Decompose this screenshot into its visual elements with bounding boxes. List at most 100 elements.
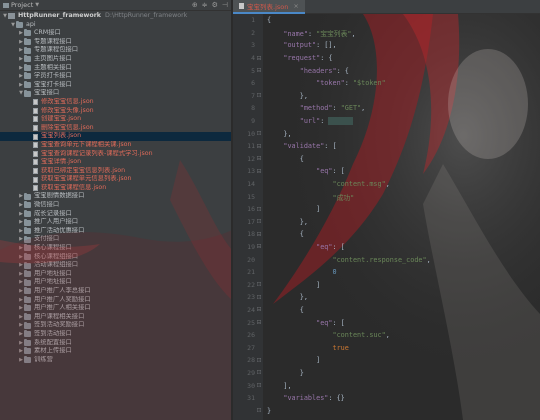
code-text[interactable]: }: [263, 369, 304, 377]
tree-folder-item[interactable]: ▶ 用户推广人相关接口: [0, 304, 231, 313]
tree-file-item[interactable]: 修改宝宝头像.json: [0, 107, 231, 116]
locate-icon[interactable]: ⊕: [192, 1, 198, 9]
code-text[interactable]: "eq": [: [263, 243, 345, 251]
fold-marker-icon[interactable]: ⊡: [255, 281, 263, 288]
code-text[interactable]: }: [263, 407, 271, 415]
tree-folder-item[interactable]: ▶ 素材上传接口: [0, 347, 231, 356]
collapse-icon[interactable]: ≑: [202, 1, 208, 9]
fold-marker-icon[interactable]: ⊟: [255, 319, 263, 326]
code-text[interactable]: ]: [263, 281, 320, 289]
fold-marker-icon[interactable]: ⊡: [255, 218, 263, 225]
tree-folder-item[interactable]: ▶ 专题课程接口: [0, 38, 231, 47]
code-text[interactable]: {: [263, 230, 304, 238]
tree-folder-item[interactable]: ▶ 签到活动接口: [0, 330, 231, 339]
code-text[interactable]: "eq": [: [263, 319, 345, 327]
code-text[interactable]: "headers": {: [263, 67, 349, 75]
code-text[interactable]: {: [263, 16, 271, 24]
tree-folder-item[interactable]: ▶ 训练营: [0, 356, 231, 365]
fold-marker-icon[interactable]: ⊡: [255, 357, 263, 364]
code-text[interactable]: "name": "宝宝列表",: [263, 28, 355, 38]
code-text[interactable]: },: [263, 293, 308, 301]
tree-folder-item[interactable]: ▶ 推广活动优惠接口: [0, 227, 231, 236]
code-text[interactable]: {: [263, 306, 304, 314]
code-text[interactable]: ]: [263, 356, 320, 364]
fold-marker-icon[interactable]: ⊟: [255, 67, 263, 74]
code-text[interactable]: "成功": [263, 192, 354, 202]
tree-file-item[interactable]: 获取宝宝课程单元信息列表.json: [0, 175, 231, 184]
tree-file-item[interactable]: 宝宝详情.json: [0, 158, 231, 167]
tree-folder-item[interactable]: ▶ 主页图片接口: [0, 55, 231, 64]
code-text[interactable]: {: [263, 155, 304, 163]
code-text[interactable]: },: [263, 92, 308, 100]
tree-folder-item[interactable]: ▼ 宝宝接口: [0, 89, 231, 98]
tree-folder-item[interactable]: ▶ 宝宝剧情数据接口: [0, 192, 231, 201]
gear-icon[interactable]: ⚙: [212, 1, 218, 9]
project-view-selector[interactable]: Project ▼: [3, 1, 192, 9]
code-text[interactable]: "variables": {}: [263, 394, 344, 402]
code-text[interactable]: "content.msg",: [263, 180, 389, 188]
tree-folder-item[interactable]: ▶ CRM接口: [0, 29, 231, 38]
tree-file-item[interactable]: 创建宝宝.json: [0, 115, 231, 124]
fold-marker-icon[interactable]: ⊟: [255, 55, 263, 62]
code-text[interactable]: ]: [263, 205, 320, 213]
code-text[interactable]: "validate": [: [263, 142, 336, 150]
tree-file-item[interactable]: 宝宝查询单元下课程相关课.json: [0, 141, 231, 150]
fold-marker-icon[interactable]: ⊡: [255, 369, 263, 376]
tree-folder-item[interactable]: ▶ 学员打卡接口: [0, 72, 231, 81]
code-text[interactable]: "content.response_code",: [263, 256, 430, 264]
code-text[interactable]: },: [263, 130, 291, 138]
fold-marker-icon[interactable]: ⊟: [255, 231, 263, 238]
tree-folder-item[interactable]: ▶ 活动课程组接口: [0, 261, 231, 270]
code-text[interactable]: ],: [263, 382, 291, 390]
code-text[interactable]: "token": "$token": [263, 79, 386, 87]
hide-icon[interactable]: ⊣: [222, 1, 228, 9]
tree-folder-item[interactable]: ▶ 支付接口: [0, 235, 231, 244]
fold-marker-icon[interactable]: ⊟: [255, 143, 263, 150]
tree-folder-item[interactable]: ▶ 系统配置接口: [0, 339, 231, 348]
tree-folder-item[interactable]: ▶ 核心课程接口: [0, 244, 231, 253]
tree-folder-item[interactable]: ▶ 专题课程包接口: [0, 46, 231, 55]
code-text[interactable]: "request": {: [263, 54, 332, 62]
tree-folder-item[interactable]: ▶ 成长记录接口: [0, 210, 231, 219]
tree-folder-item[interactable]: ▶ 签到活动奖励接口: [0, 321, 231, 330]
tree-folder-item[interactable]: ▶ 核心课程组接口: [0, 253, 231, 262]
tree-file-item[interactable]: 宝宝列表.json: [0, 132, 231, 141]
code-text[interactable]: "eq": [: [263, 167, 345, 175]
fold-marker-icon[interactable]: ⊡: [255, 92, 263, 99]
fold-marker-icon[interactable]: ⊡: [255, 294, 263, 301]
code-text[interactable]: 0: [263, 268, 336, 276]
code-text[interactable]: "url":: [263, 117, 353, 126]
code-text[interactable]: "content.suc",: [263, 331, 389, 339]
tree-file-item[interactable]: 获取已绑定宝宝信息列表.json: [0, 167, 231, 176]
tree-folder-item[interactable]: ▶ 用户课程相关接口: [0, 313, 231, 322]
tree-folder-item[interactable]: ▶ 微信接口: [0, 201, 231, 210]
tree-folder-item[interactable]: ▶ 宝宝打卡接口: [0, 81, 231, 90]
tree-root[interactable]: ▼ HttpRunner_framework D:\HttpRunner_fra…: [0, 12, 231, 21]
tree-file-item[interactable]: 删除宝宝信息.json: [0, 124, 231, 133]
fold-marker-icon[interactable]: ⊡: [255, 407, 263, 414]
tree-file-item[interactable]: 获取宝宝课程信息.json: [0, 184, 231, 193]
tree-folder-item[interactable]: ▶ 用户推广人奖励接口: [0, 296, 231, 305]
code-text[interactable]: "method": "GET",: [263, 104, 366, 112]
fold-marker-icon[interactable]: ⊟: [255, 243, 263, 250]
tree-file-item[interactable]: 宝宝查询课程记录列表-课程式学习.json: [0, 150, 231, 159]
tree-folder-item[interactable]: ▶ 用户地址接口: [0, 270, 231, 279]
code-text[interactable]: "output": [],: [263, 41, 336, 49]
fold-marker-icon[interactable]: ⊡: [255, 382, 263, 389]
tree-folder-item[interactable]: ▶ 用户地址接口: [0, 278, 231, 287]
editor-tab[interactable]: 宝宝列表.json ×: [233, 0, 305, 14]
code-area[interactable]: 1{ 2 "name": "宝宝列表", 3 "output": [], 4 ⊟ …: [233, 14, 540, 417]
code-text[interactable]: true: [263, 344, 348, 352]
fold-marker-icon[interactable]: ⊡: [255, 206, 263, 213]
tree-folder-item[interactable]: ▼ api: [0, 21, 231, 30]
fold-marker-icon[interactable]: ⊟: [255, 306, 263, 313]
close-icon[interactable]: ×: [293, 2, 298, 10]
tree-file-item[interactable]: 修改宝宝信息.json: [0, 98, 231, 107]
tree-folder-item[interactable]: ▶ 推广人用户接口: [0, 218, 231, 227]
tree-folder-item[interactable]: ▶ 主题相关接口: [0, 64, 231, 73]
fold-marker-icon[interactable]: ⊟: [255, 168, 263, 175]
fold-marker-icon[interactable]: ⊡: [255, 130, 263, 137]
code-text[interactable]: },: [263, 218, 308, 226]
tree-folder-item[interactable]: ▶ 用户推广人李总接口: [0, 287, 231, 296]
fold-marker-icon[interactable]: ⊟: [255, 155, 263, 162]
